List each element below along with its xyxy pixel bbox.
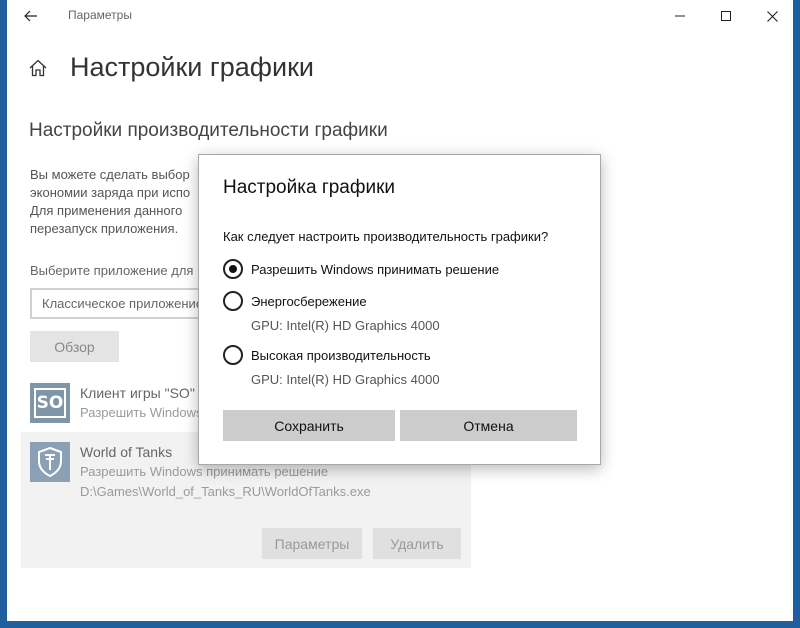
option-let-windows-decide[interactable]: Разрешить Windows принимать решение: [223, 259, 499, 279]
back-button[interactable]: [7, 0, 55, 32]
dialog-question: Как следует настроить производительность…: [223, 229, 549, 244]
app-select-label: Выберите приложение для: [30, 263, 194, 278]
app-options-button[interactable]: Параметры: [262, 528, 362, 559]
high-performance-gpu: GPU: Intel(R) HD Graphics 4000: [251, 372, 440, 387]
cancel-button[interactable]: Отмена: [400, 410, 577, 441]
minimize-icon: [675, 15, 685, 17]
option-high-performance[interactable]: Высокая производительность: [223, 345, 431, 365]
app-name: Клиент игры "SO": [80, 385, 195, 401]
maximize-button[interactable]: [703, 0, 749, 32]
page-title: Настройки графики: [70, 52, 314, 82]
power-saving-gpu: GPU: Intel(R) HD Graphics 4000: [251, 318, 440, 333]
radio-power-saving[interactable]: [223, 291, 243, 311]
wot-logo-icon: [30, 442, 70, 482]
save-button[interactable]: Сохранить: [223, 410, 395, 441]
option-label: Энергосбережение: [251, 293, 367, 309]
home-icon: [29, 59, 47, 77]
minimize-button[interactable]: [657, 0, 703, 32]
window-title: Параметры: [68, 8, 132, 22]
app-path: D:\Games\World_of_Tanks_RU\WorldOfTanks.…: [80, 484, 371, 499]
close-button[interactable]: [749, 0, 793, 32]
option-label: Высокая производительность: [251, 347, 431, 363]
close-icon: [766, 10, 778, 22]
maximize-icon: [721, 11, 731, 21]
option-power-saving[interactable]: Энергосбережение: [223, 291, 367, 311]
option-label: Разрешить Windows принимать решение: [251, 261, 500, 277]
app-name: World of Tanks: [80, 444, 173, 460]
so-logo-text: SO: [34, 388, 66, 418]
so-game-logo: SO: [30, 383, 70, 423]
radio-high-performance[interactable]: [223, 345, 243, 365]
app-preference: Разрешить Windows принимать решение: [80, 464, 329, 479]
app-preference: Разрешить Windows: [80, 405, 203, 420]
dialog-title: Настройка графики: [223, 177, 396, 198]
section-title: Настройки производительности графики: [29, 120, 388, 141]
remove-button[interactable]: Удалить: [373, 528, 461, 559]
browse-button[interactable]: Обзор: [30, 331, 119, 362]
radio-let-windows-decide[interactable]: [223, 259, 243, 279]
title-bar: Параметры: [7, 0, 793, 32]
graphics-settings-dialog: Настройка графики Как следует настроить …: [198, 154, 601, 465]
section-description: Вы можете сделать выбор экономии заряда …: [30, 167, 191, 236]
back-arrow-icon: [24, 10, 37, 22]
